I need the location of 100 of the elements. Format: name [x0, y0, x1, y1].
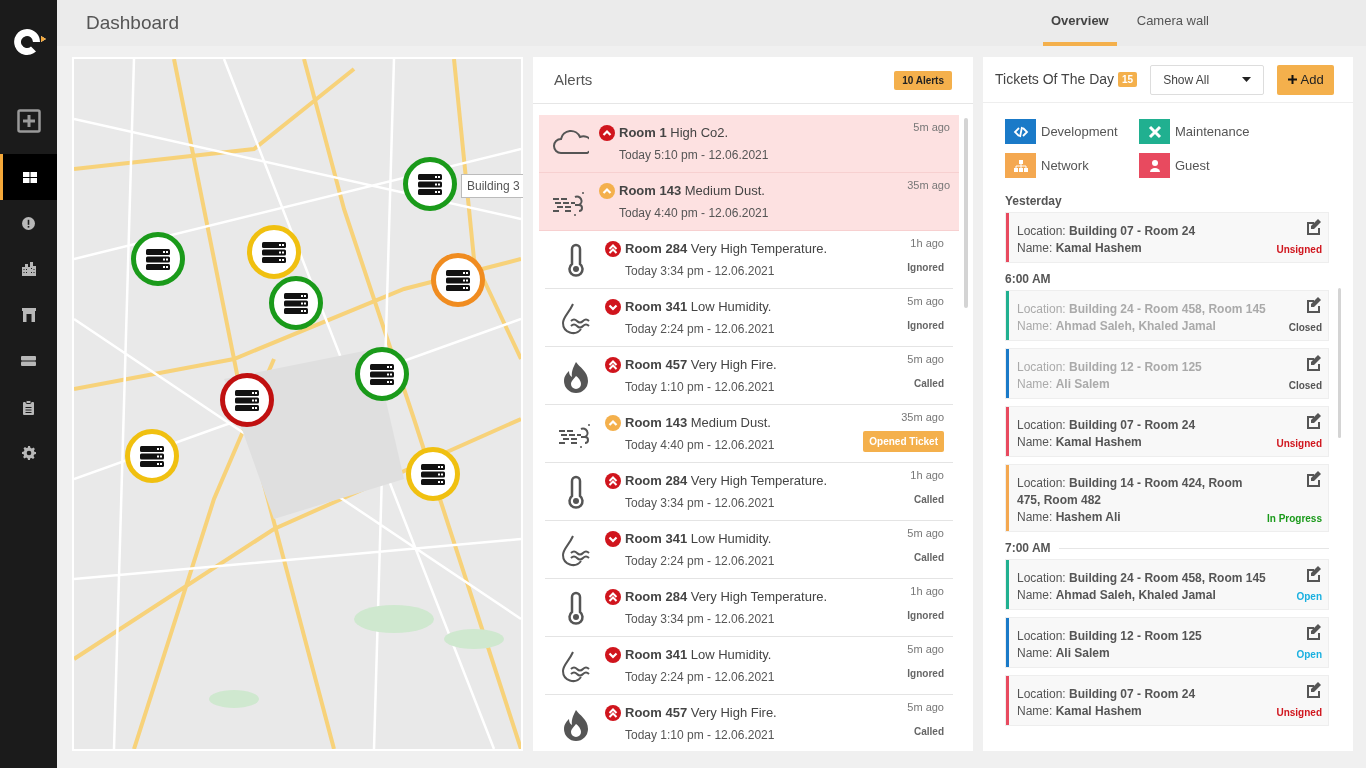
time-ago: 5m ago — [907, 642, 944, 657]
alert-time: Today 2:24 pm - 12.06.2021 — [625, 668, 775, 686]
ticket-location: Location: Building 07 - Room 24 — [1017, 223, 1197, 240]
time-ago: 5m ago — [913, 120, 950, 135]
ticket-name: Name: Ali Salem — [1017, 645, 1111, 662]
edit-icon — [1305, 681, 1322, 698]
page-title: Dashboard — [86, 10, 179, 35]
time-ago: 5m ago — [907, 700, 944, 715]
edit-icon — [1305, 470, 1322, 487]
alerts-count-badge: 10 Alerts — [894, 70, 952, 90]
alert-time: Today 2:24 pm - 12.06.2021 — [625, 552, 775, 570]
time-ago: 35m ago — [901, 410, 944, 425]
time-ago: 1h ago — [910, 468, 944, 483]
server-icon — [370, 363, 394, 385]
alert-status: Called — [914, 724, 944, 739]
time-ago: 1h ago — [910, 236, 944, 251]
alert-time: Today 4:40 pm - 12.06.2021 — [619, 204, 769, 222]
group-heading: 7:00 AM — [1005, 540, 1051, 557]
alert-title: Room 143 Medium Dust. — [619, 182, 765, 201]
server-icon — [146, 248, 170, 270]
ticket-location: Location: Building 24 - Room 458, Room 145 — [1017, 570, 1267, 587]
alert-time: Today 1:10 pm - 12.06.2021 — [625, 378, 776, 396]
ticket-card[interactable]: Location: Building 24 - Room 458, Room 145 Name: Ahmad Saleh, Khaled Jamal Open — [1005, 559, 1329, 610]
alert-status: Called — [914, 492, 944, 507]
alert-time: Today 4:40 pm - 12.06.2021 — [625, 436, 775, 454]
tab[interactable]: Camera wall — [1128, 0, 1217, 46]
ticket-location: Location: Building 14 - Room 424, Room 475, Room 482 — [1017, 475, 1244, 509]
alert-title: Room 284 Very High Temperature. — [625, 240, 828, 259]
plus-icon — [1287, 75, 1297, 84]
scrollbar[interactable] — [1338, 288, 1341, 438]
time-ago: 5m ago — [907, 526, 944, 541]
ticket-card[interactable]: Location: Building 14 - Room 424, Room 475, Room 482 Name: Hashem Ali In Progress — [1005, 464, 1329, 532]
server-icon — [446, 269, 470, 291]
marker-tooltip: Building 3 — [461, 174, 523, 198]
dashboard-icon — [23, 171, 37, 183]
alert-title: Room 341 Low Humidity. — [625, 646, 772, 665]
alert-title: Room 284 Very High Temperature. — [625, 472, 828, 491]
alert-title: Room 457 Very High Fire. — [625, 704, 777, 723]
ticket-location: Location: Building 07 - Room 24 — [1017, 686, 1197, 703]
add-icon — [16, 109, 41, 133]
alert-status: Called — [914, 376, 944, 391]
server-icon — [235, 389, 259, 411]
ticket-status: Unsigned — [1276, 706, 1322, 720]
ticket-card[interactable]: Location: Building 07 - Room 24 Name: Kamal Hashem Unsigned — [1005, 406, 1329, 457]
legend-label: Maintenance — [1175, 122, 1250, 141]
time-ago: 35m ago — [907, 178, 950, 193]
ticket-name: Name: Kamal Hashem — [1017, 240, 1143, 257]
alert-time: Today 5:10 pm - 12.06.2021 — [619, 146, 769, 164]
alert-row[interactable]: Room 143 Medium Dust. Today 4:40 pm - 12.06.2021 35m ago — [539, 173, 959, 231]
legend-label: Development — [1041, 122, 1118, 141]
ticket-name: Name: Hashem Ali — [1017, 509, 1122, 526]
group-heading: 6:00 AM — [1005, 271, 1051, 288]
server-icon — [418, 173, 442, 195]
ticket-card[interactable]: Location: Building 07 - Room 24 Name: Kamal Hashem Unsigned — [1005, 212, 1329, 263]
tab[interactable]: Overview — [1042, 0, 1117, 46]
time-ago: 1h ago — [910, 584, 944, 599]
alert-time: Today 3:34 pm - 12.06.2021 — [625, 610, 776, 628]
ticket-status: Closed — [1288, 379, 1322, 393]
ticket-location: Location: Building 12 - Room 125 — [1017, 628, 1203, 645]
gate-icon — [21, 308, 36, 322]
ticket-name: Name: Kamal Hashem — [1017, 703, 1143, 720]
ticket-status: Closed — [1288, 321, 1322, 335]
alert-title: Room 341 Low Humidity. — [625, 530, 772, 549]
tickets-count-badge: 15 — [1118, 72, 1138, 87]
clipboard-icon — [23, 399, 34, 415]
settings-icon — [21, 446, 36, 460]
alert-time: Today 2:24 pm - 12.06.2021 — [625, 320, 775, 338]
ticket-status: Open — [1296, 648, 1322, 662]
ticket-card[interactable]: Location: Building 12 - Room 125 Name: Ali Salem Open — [1005, 617, 1329, 668]
ticket-name: Name: Kamal Hashem — [1017, 434, 1143, 451]
ticket-status: Unsigned — [1276, 437, 1322, 451]
alert-status: Ignored — [907, 318, 944, 333]
ticket-name: Name: Ahmad Saleh, Khaled Jamal — [1017, 318, 1217, 335]
nav-item[interactable] — [0, 154, 57, 200]
filter-dropdown[interactable]: Show All — [1150, 64, 1265, 95]
ticket-name: Name: Ali Salem — [1017, 376, 1111, 393]
time-ago: 5m ago — [907, 352, 944, 367]
ticket-card[interactable]: Location: Building 07 - Room 24 Name: Kamal Hashem Unsigned — [1005, 675, 1329, 726]
alert-status: Ignored — [907, 666, 944, 681]
ticket-location: Location: Building 24 - Room 458, Room 145 — [1017, 301, 1267, 318]
panel-title: Alerts — [554, 69, 593, 90]
alert-status: Ignored — [907, 608, 944, 623]
edit-icon — [1305, 565, 1322, 582]
server-icon — [262, 241, 286, 263]
alert-status: Called — [914, 550, 944, 565]
alert-icon — [22, 216, 35, 230]
legend-label: Network — [1041, 156, 1089, 175]
ticket-status: Unsigned — [1276, 243, 1322, 257]
alert-title: Room 284 Very High Temperature. — [625, 588, 828, 607]
edit-icon — [1305, 218, 1322, 235]
alert-row[interactable]: Room 1 High Co2. Today 5:10 pm - 12.06.2021 5m ago — [539, 115, 959, 173]
scrollbar[interactable] — [964, 118, 968, 308]
add-button[interactable]: Add — [1277, 64, 1335, 95]
ticket-location: Location: Building 07 - Room 24 — [1017, 417, 1197, 434]
alert-title: Room 143 Medium Dust. — [625, 414, 771, 433]
legend-label: Guest — [1175, 156, 1210, 175]
server-icon — [21, 356, 36, 366]
server-icon — [284, 292, 308, 314]
group-heading: Yesterday — [1005, 193, 1062, 210]
ticket-name: Name: Ahmad Saleh, Khaled Jamal — [1017, 587, 1217, 604]
